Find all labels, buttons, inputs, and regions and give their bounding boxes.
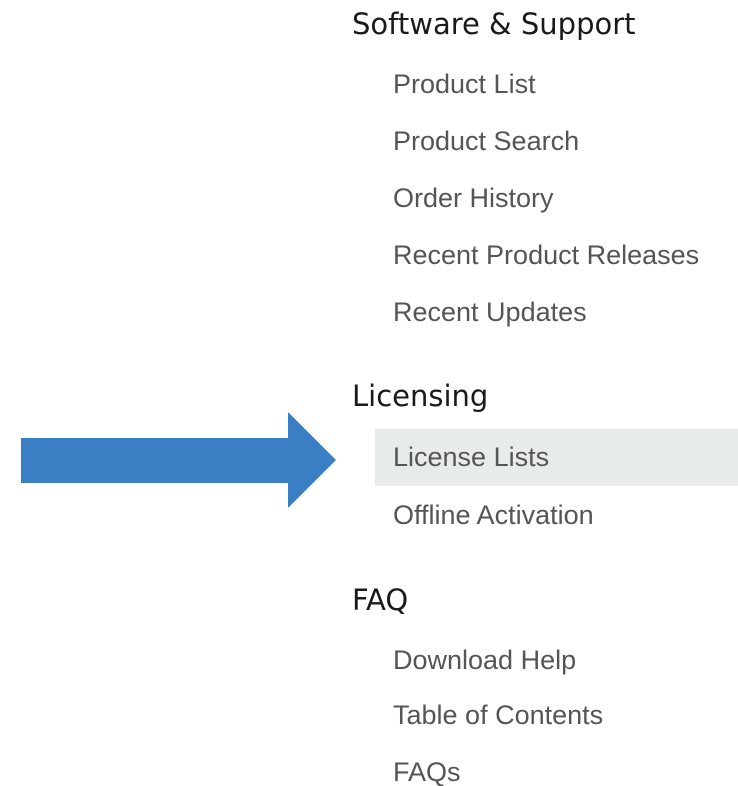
nav-item-recent-updates[interactable]: Recent Updates — [375, 284, 738, 341]
nav-item-recent-product-releases[interactable]: Recent Product Releases — [375, 227, 738, 284]
sidebar-navigation: Software & Support Product List Product … — [0, 0, 738, 786]
nav-item-table-of-contents[interactable]: Table of Contents — [375, 687, 738, 744]
nav-item-product-search[interactable]: Product Search — [375, 113, 738, 170]
nav-item-faqs[interactable]: FAQs — [375, 744, 738, 786]
nav-item-product-list[interactable]: Product List — [375, 56, 738, 113]
section-title-licensing: Licensing — [352, 379, 489, 413]
section-title-software-support: Software & Support — [352, 7, 636, 41]
nav-item-license-lists[interactable]: License Lists — [375, 429, 738, 486]
section-title-faq: FAQ — [352, 583, 409, 617]
nav-item-offline-activation[interactable]: Offline Activation — [375, 487, 738, 544]
nav-item-order-history[interactable]: Order History — [375, 170, 738, 227]
pointer-arrow-shape — [21, 412, 336, 508]
nav-item-download-help[interactable]: Download Help — [375, 632, 738, 689]
